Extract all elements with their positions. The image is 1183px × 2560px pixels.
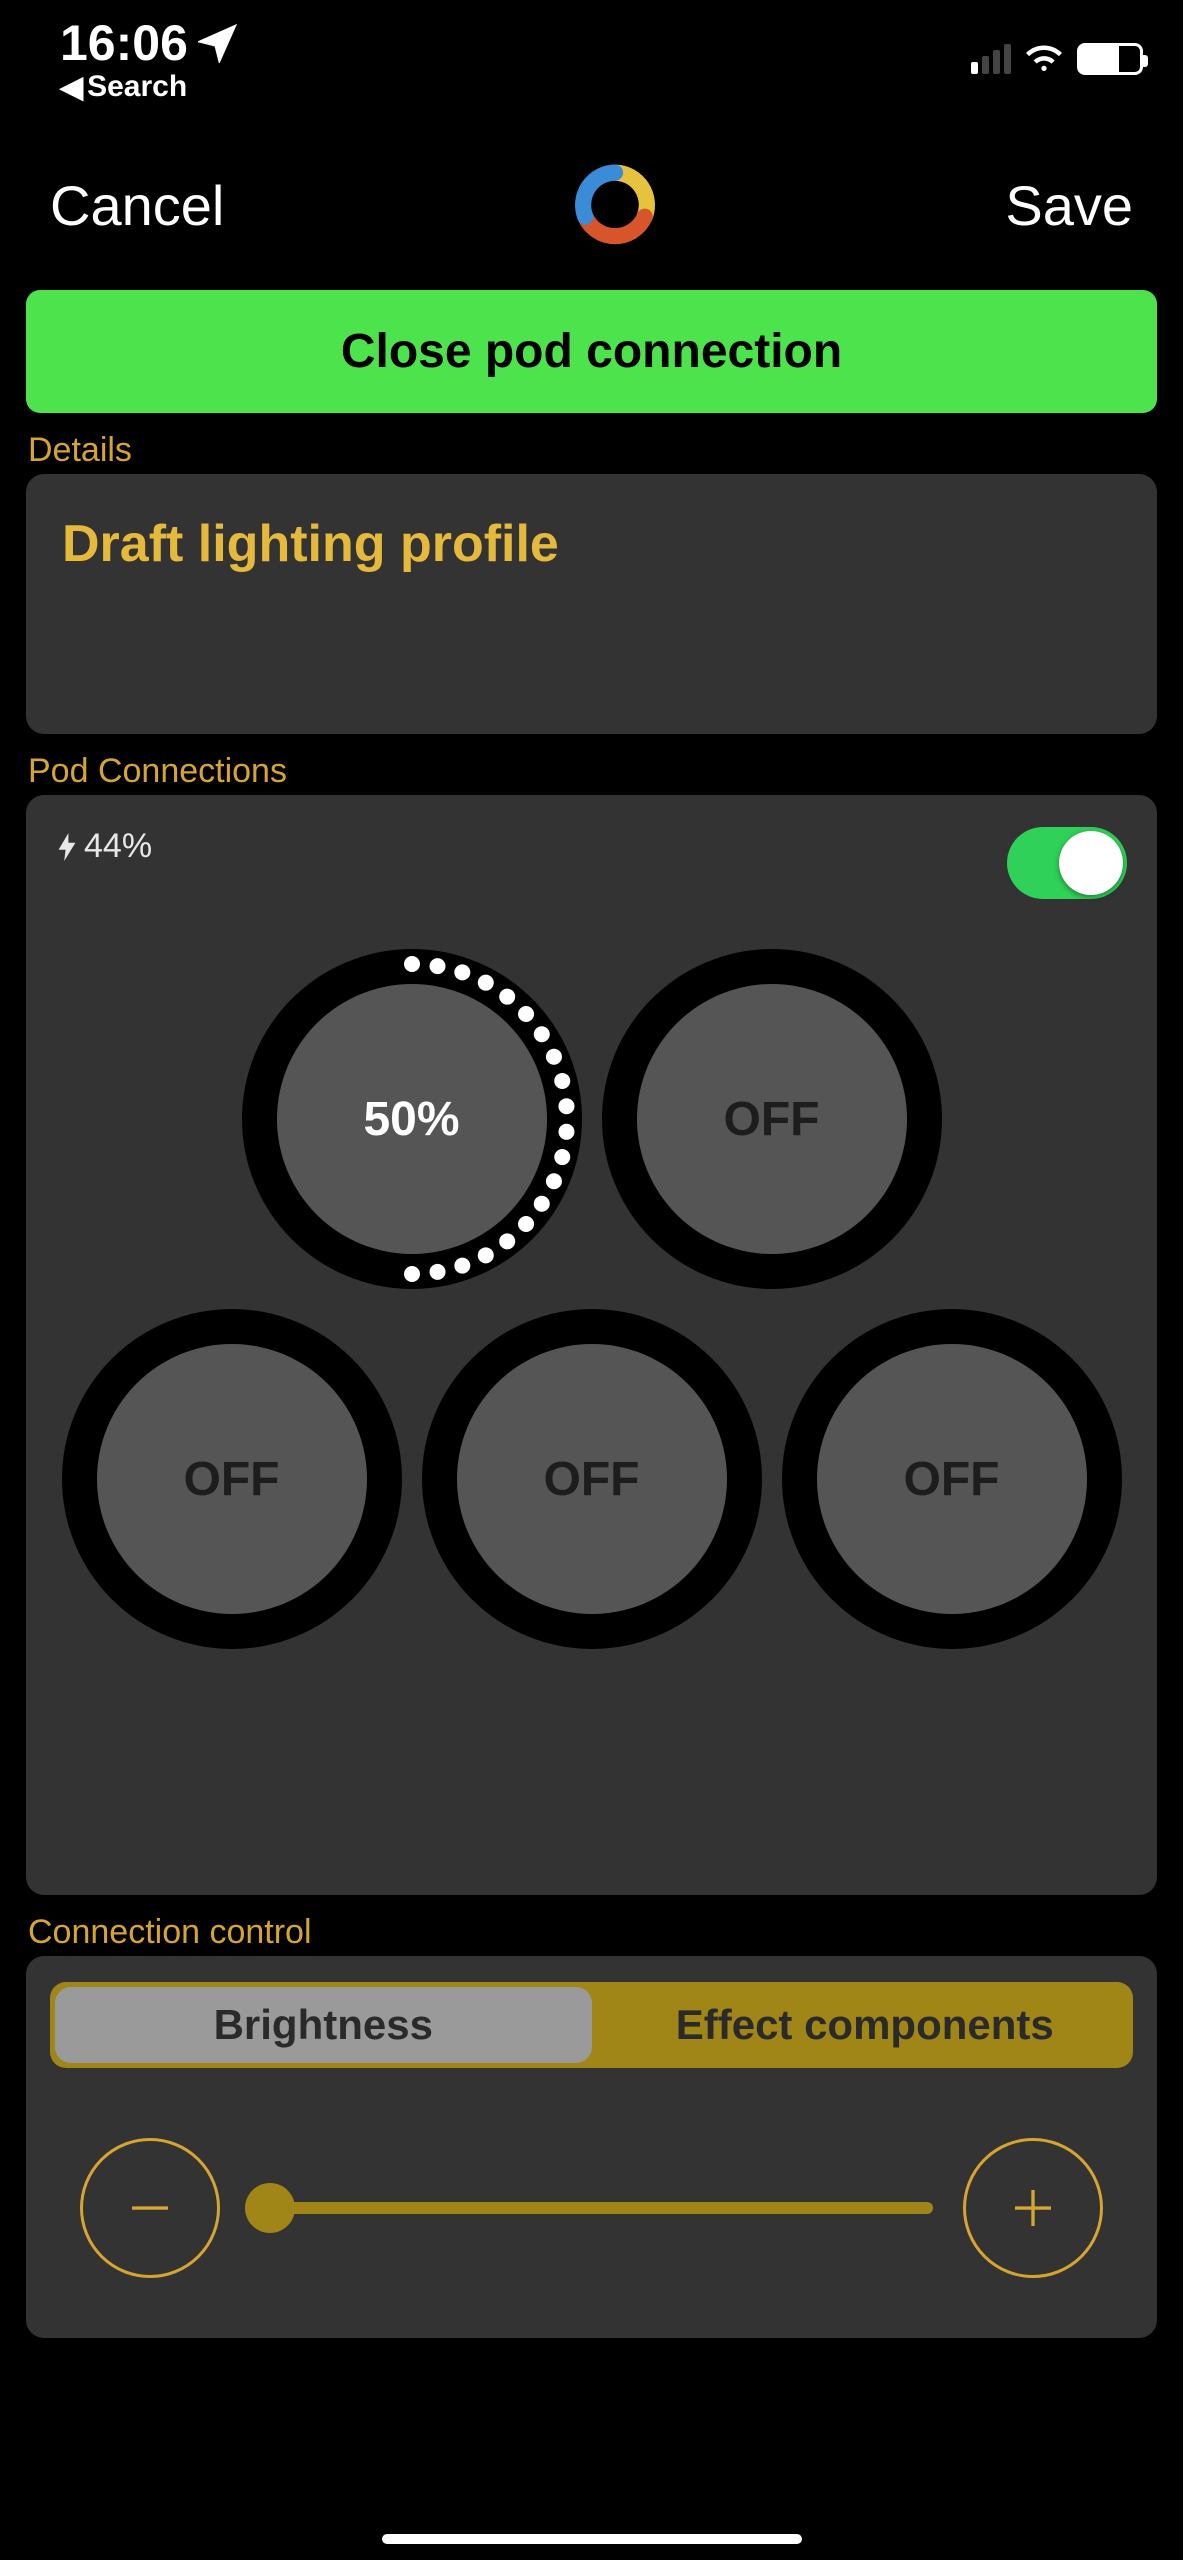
save-button[interactable]: Save bbox=[1005, 173, 1133, 238]
increase-button[interactable] bbox=[963, 2138, 1103, 2278]
section-label-pod: Pod Connections bbox=[28, 752, 1157, 791]
section-label-details: Details bbox=[28, 431, 1157, 470]
breadcrumb-back[interactable]: ◀ Search bbox=[60, 70, 238, 105]
app-logo-icon bbox=[570, 160, 660, 250]
tab-brightness[interactable]: Brightness bbox=[55, 1987, 592, 2063]
dial-value: OFF bbox=[724, 1092, 820, 1147]
cell-signal-icon bbox=[971, 44, 1011, 74]
slider-thumb[interactable] bbox=[245, 2183, 295, 2233]
nav-header: Cancel Save bbox=[0, 100, 1183, 290]
wifi-icon bbox=[1023, 36, 1065, 83]
brightness-slider[interactable] bbox=[250, 2202, 933, 2214]
close-pod-button[interactable]: Close pod connection bbox=[26, 290, 1157, 413]
back-label: Search bbox=[87, 70, 187, 104]
status-time: 16:06 bbox=[60, 14, 238, 72]
dial-value: OFF bbox=[904, 1452, 1000, 1507]
control-segmented: Brightness Effect components bbox=[50, 1982, 1133, 2068]
dial-dots-icon bbox=[242, 949, 582, 1289]
pod-dial-1[interactable]: 50% bbox=[242, 949, 582, 1289]
status-bar: 16:06 ◀ Search bbox=[0, 0, 1183, 100]
time-label: 16:06 bbox=[60, 14, 188, 72]
decrease-button[interactable] bbox=[80, 2138, 220, 2278]
minus-icon bbox=[123, 2181, 177, 2235]
tab-effect-components[interactable]: Effect components bbox=[597, 1982, 1134, 2068]
battery-icon bbox=[1077, 43, 1143, 75]
connection-control-card: Brightness Effect components bbox=[26, 1956, 1157, 2338]
pod-dial-4[interactable]: OFF bbox=[422, 1309, 762, 1649]
pod-dial-2[interactable]: OFF bbox=[602, 949, 942, 1289]
section-label-control: Connection control bbox=[28, 1913, 1157, 1952]
pod-connections-card: 44% 50% OFF OFF OFF bbox=[26, 795, 1157, 1895]
bolt-icon bbox=[56, 833, 78, 861]
home-indicator[interactable] bbox=[382, 2534, 802, 2544]
profile-name-field[interactable]: Draft lighting profile bbox=[62, 514, 1121, 574]
plus-icon bbox=[1006, 2181, 1060, 2235]
dial-value: OFF bbox=[544, 1452, 640, 1507]
pod-dial-3[interactable]: OFF bbox=[62, 1309, 402, 1649]
pod-battery-pct: 44% bbox=[84, 827, 152, 866]
cancel-button[interactable]: Cancel bbox=[50, 173, 224, 238]
pod-battery-status: 44% bbox=[46, 821, 152, 866]
dial-value: OFF bbox=[184, 1452, 280, 1507]
details-card: Draft lighting profile bbox=[26, 474, 1157, 734]
toggle-knob bbox=[1059, 831, 1123, 895]
pod-enable-toggle[interactable] bbox=[1007, 827, 1127, 899]
pod-dial-5[interactable]: OFF bbox=[782, 1309, 1122, 1649]
location-arrow-icon bbox=[198, 23, 238, 63]
chevron-left-icon: ◀ bbox=[60, 70, 83, 105]
